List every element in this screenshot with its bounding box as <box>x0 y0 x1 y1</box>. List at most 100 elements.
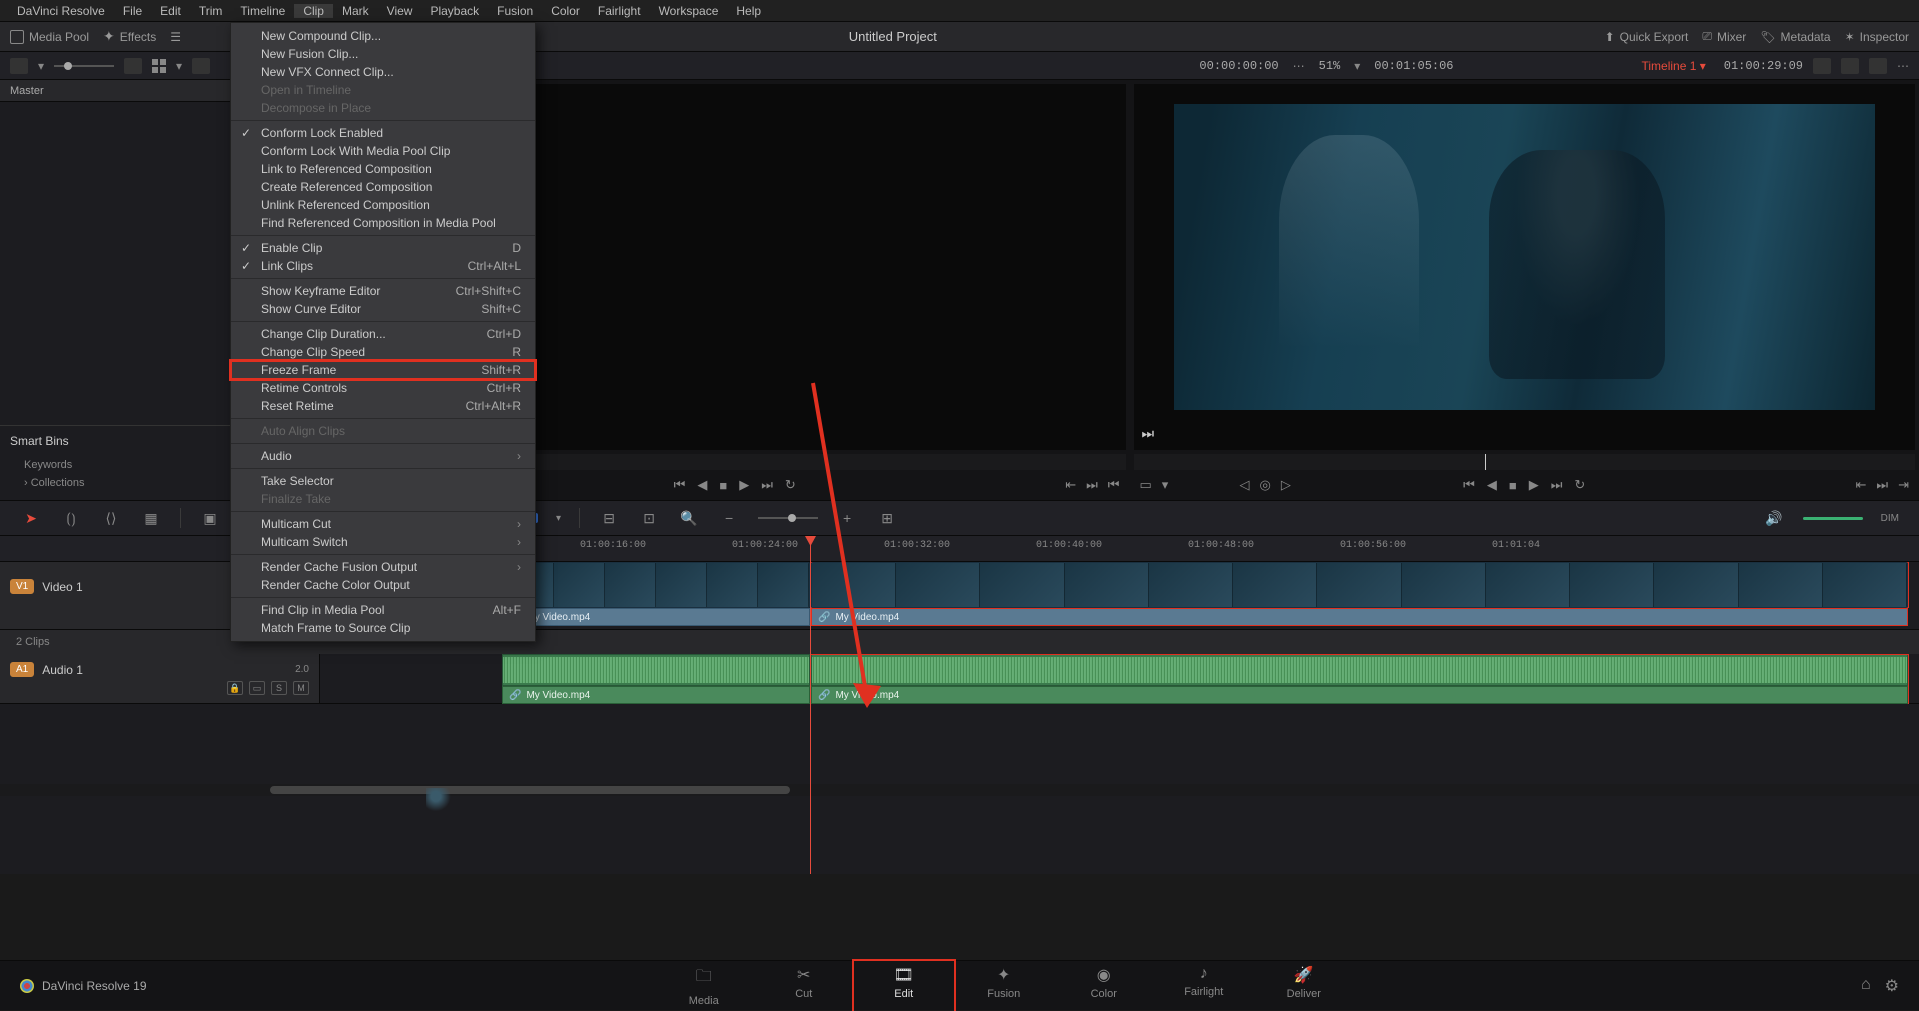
menu-item-audio[interactable]: Audio› <box>231 447 535 465</box>
mixer-toggle[interactable]: ⎚Mixer <box>1702 29 1746 44</box>
menu-item-multicam-switch[interactable]: Multicam Switch› <box>231 533 535 551</box>
menu-item-link-clips[interactable]: ✓Link ClipsCtrl+Alt+L <box>231 257 535 275</box>
solo-button[interactable]: S <box>271 681 287 695</box>
menu-item-change-clip-speed[interactable]: Change Clip SpeedR <box>231 343 535 361</box>
menu-item-link-to-referenced-composition[interactable]: Link to Referenced Composition <box>231 160 535 178</box>
menu-item-enable-clip[interactable]: ✓Enable ClipD <box>231 239 535 257</box>
options-icon[interactable]: ⋯ <box>1897 59 1909 73</box>
menu-item-render-cache-fusion-output[interactable]: Render Cache Fusion Output› <box>231 558 535 576</box>
minus-icon[interactable]: − <box>718 508 740 528</box>
grid-view-icon[interactable] <box>152 59 166 73</box>
zoom-in-icon[interactable]: 🔍 <box>678 508 700 528</box>
first-frame-icon[interactable]: ⏮ <box>674 477 686 493</box>
page-fairlight[interactable]: ♪Fairlight <box>1154 961 1254 1011</box>
metadata-toggle[interactable]: 🏷Metadata <box>1760 30 1830 44</box>
menu-edit[interactable]: Edit <box>151 4 190 18</box>
v1-badge[interactable]: V1 <box>10 579 34 594</box>
lock-track-icon[interactable]: 🔒 <box>227 681 243 695</box>
menu-item-conform-lock-with-media-pool-clip[interactable]: Conform Lock With Media Pool Clip <box>231 142 535 160</box>
menu-item-unlink-referenced-composition[interactable]: Unlink Referenced Composition <box>231 196 535 214</box>
mute-button[interactable]: M <box>293 681 309 695</box>
skip-icon[interactable]: ⏭ <box>1142 425 1155 442</box>
media-pool-toggle[interactable]: Media Pool <box>10 30 89 44</box>
first-frame-icon[interactable]: ⏮ <box>1463 477 1475 493</box>
audio-clip-name-bar[interactable]: 🔗My Video.mp4 <box>502 686 810 704</box>
loop-icon[interactable]: ↻ <box>785 477 796 493</box>
menu-help[interactable]: Help <box>727 4 770 18</box>
menu-item-reset-retime[interactable]: Reset RetimeCtrl+Alt+R <box>231 397 535 415</box>
in-point-icon[interactable]: ⇤ <box>1855 477 1866 493</box>
menu-item-take-selector[interactable]: Take Selector <box>231 472 535 490</box>
page-fusion[interactable]: ✦Fusion <box>954 961 1054 1011</box>
dynamic-trim-icon[interactable]: ⟨⟩ <box>100 508 122 528</box>
prev-marker-icon[interactable]: ◁ <box>1240 477 1250 493</box>
zoom-fit-icon[interactable]: ⊡ <box>638 508 660 528</box>
viewer-option-button[interactable] <box>1841 58 1859 74</box>
menu-davinci-resolve[interactable]: DaVinci Resolve <box>8 4 114 18</box>
menu-view[interactable]: View <box>378 4 422 18</box>
audio-clip[interactable] <box>811 654 1908 686</box>
clip-name-bar[interactable]: 🔗My Video.mp4 <box>502 608 810 626</box>
menu-item-find-referenced-composition-in-media-pool[interactable]: Find Referenced Composition in Media Poo… <box>231 214 535 232</box>
a1-badge[interactable]: A1 <box>10 662 34 677</box>
menu-item-new-fusion-clip-[interactable]: New Fusion Clip... <box>231 45 535 63</box>
prev-frame-icon[interactable]: ◀ <box>1487 477 1497 493</box>
settings-icon[interactable]: ⚙ <box>1885 976 1899 996</box>
sort-button[interactable] <box>124 58 142 74</box>
next-marker-icon[interactable]: ▷ <box>1281 477 1291 493</box>
menu-item-new-compound-clip-[interactable]: New Compound Clip... <box>231 27 535 45</box>
search-button[interactable] <box>192 58 210 74</box>
goto-icon[interactable]: ⇥ <box>1898 477 1909 493</box>
insert-clip-icon[interactable]: ▣ <box>199 508 221 528</box>
menu-item-show-curve-editor[interactable]: Show Curve EditorShift+C <box>231 300 535 318</box>
menu-item-create-referenced-composition[interactable]: Create Referenced Composition <box>231 178 535 196</box>
timeline-name[interactable]: Timeline 1 ▾ <box>1634 59 1714 73</box>
menu-item-match-frame-to-source-clip[interactable]: Match Frame to Source Clip <box>231 619 535 637</box>
page-edit[interactable]: 🎞Edit <box>854 961 954 1011</box>
options-icon[interactable]: ⋯ <box>1293 59 1305 73</box>
index-toggle[interactable]: ☰ <box>170 30 181 44</box>
menu-item-multicam-cut[interactable]: Multicam Cut› <box>231 515 535 533</box>
home-icon[interactable]: ⌂ <box>1861 976 1871 996</box>
stop-icon[interactable]: ■ <box>719 478 727 493</box>
chevron-down-icon[interactable]: ▾ <box>1162 477 1169 493</box>
menu-item-conform-lock-enabled[interactable]: ✓Conform Lock Enabled <box>231 124 535 142</box>
menu-workspace[interactable]: Workspace <box>650 4 728 18</box>
selection-tool-icon[interactable]: ➤ <box>20 508 42 528</box>
thumb-size-slider[interactable] <box>54 65 114 67</box>
zoom-slider[interactable] <box>758 517 818 519</box>
smart-bins-header[interactable]: Smart Bins <box>10 434 220 448</box>
stop-icon[interactable]: ■ <box>1509 478 1517 493</box>
next-edit-icon[interactable]: ⏭ <box>1086 477 1098 493</box>
last-frame-icon[interactable]: ⏮ <box>1108 477 1120 493</box>
inspector-toggle[interactable]: ✶Inspector <box>1845 30 1909 44</box>
playhead[interactable] <box>810 536 811 874</box>
menu-item-new-vfx-connect-clip-[interactable]: New VFX Connect Clip... <box>231 63 535 81</box>
play-icon[interactable]: ▶ <box>1529 477 1539 493</box>
menu-color[interactable]: Color <box>542 4 589 18</box>
custom-zoom-icon[interactable]: ⊞ <box>876 508 898 528</box>
page-media[interactable]: 🗀Media <box>654 961 754 1011</box>
menu-mark[interactable]: Mark <box>333 4 378 18</box>
master-bin-header[interactable]: Master <box>0 80 230 102</box>
out-point-icon[interactable]: ⏭ <box>1876 477 1888 493</box>
video-clip[interactable] <box>502 562 810 608</box>
quick-export-button[interactable]: ⬆Quick Export <box>1605 30 1689 44</box>
menubar[interactable]: DaVinci ResolveFileEditTrimTimelineClipM… <box>0 0 1919 22</box>
viewer-option-button[interactable] <box>1813 58 1831 74</box>
volume-icon[interactable]: 🔊 <box>1763 508 1785 528</box>
chevron-down-icon[interactable]: ▾ <box>1354 59 1360 73</box>
smart-bin-collections[interactable]: › Collections <box>10 474 220 492</box>
page-deliver[interactable]: 🚀Deliver <box>1254 961 1354 1011</box>
chevron-down-icon[interactable]: ▾ <box>176 59 182 73</box>
audio-track-header[interactable]: A1 Audio 1 2.0 🔒 ▭ S M <box>0 654 320 703</box>
play-icon[interactable]: ▶ <box>739 477 749 493</box>
clip-name-bar[interactable]: 🔗My Video.mp4 <box>811 608 1908 626</box>
video-clip-selected[interactable] <box>811 562 1908 608</box>
menu-fairlight[interactable]: Fairlight <box>589 4 650 18</box>
loop-icon[interactable]: ↻ <box>1574 477 1585 493</box>
dim-button[interactable]: DIM <box>1881 513 1899 524</box>
menu-item-render-cache-color-output[interactable]: Render Cache Color Output <box>231 576 535 594</box>
timeline-scrollbar[interactable] <box>0 784 1919 796</box>
page-cut[interactable]: ✂Cut <box>754 961 854 1011</box>
